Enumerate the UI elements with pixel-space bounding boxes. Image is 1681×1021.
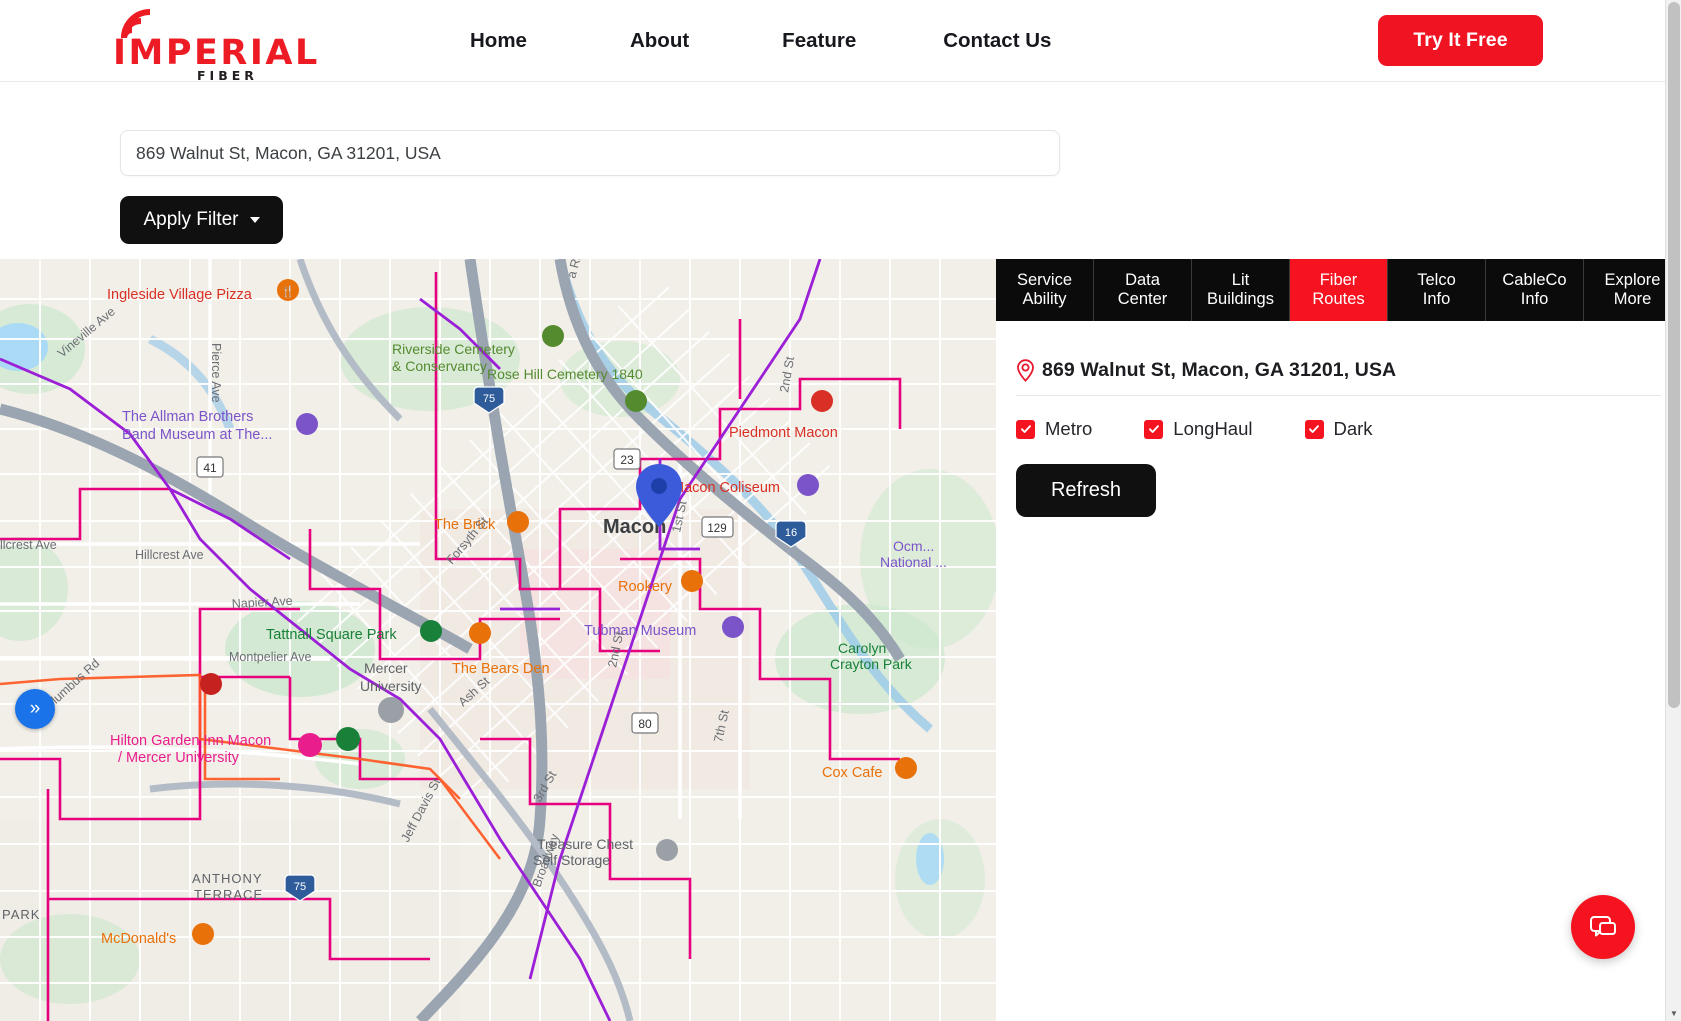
check-icon (1016, 419, 1035, 439)
svg-text:80: 80 (638, 717, 652, 731)
checkbox-dark-label: Dark (1333, 418, 1373, 439)
svg-text:Montpelier Ave: Montpelier Ave (229, 650, 312, 664)
route-type-checkboxes: Metro LongHaul Dark (1016, 418, 1661, 440)
svg-text:Tubman Museum: Tubman Museum (584, 623, 696, 639)
svg-text:Piedmont Macon: Piedmont Macon (729, 425, 838, 441)
apply-filter-button[interactable]: Apply Filter (120, 196, 283, 244)
tab-line2: Routes (1312, 290, 1365, 308)
panel-body: 869 Walnut St, Macon, GA 31201, USA Metr… (996, 321, 1681, 517)
svg-text:75: 75 (294, 881, 306, 893)
app-page: IMPERIAL FIBER Home About Feature Contac… (0, 0, 1681, 1021)
tab-line2: Ability (1022, 290, 1067, 308)
svg-text:Tattnall Square Park: Tattnall Square Park (266, 627, 397, 643)
svg-text:/ Mercer University: / Mercer University (118, 750, 240, 766)
tab-telco-info[interactable]: Telco Info (1388, 259, 1486, 321)
main-navigation: Home About Feature Contact Us (470, 0, 1051, 82)
apply-filter-label: Apply Filter (143, 209, 239, 230)
tab-line1: Fiber (1319, 270, 1358, 289)
check-icon (1304, 419, 1324, 439)
info-panel: Service Ability Data Center Lit Building… (996, 259, 1681, 1021)
svg-text:Mercer: Mercer (364, 660, 408, 676)
tab-line2: Buildings (1207, 290, 1274, 308)
svg-text:Rose Hill Cemetery 1840: Rose Hill Cemetery 1840 (487, 366, 643, 382)
tab-line2: Info (1422, 290, 1451, 308)
fiber-route-map[interactable]: .rd { stroke:#ffffff; stroke-width:3.5; … (0, 259, 996, 1021)
svg-text:Pierce Ave: Pierce Ave (209, 343, 223, 403)
svg-text:TERRACE: TERRACE (194, 887, 263, 902)
svg-text:McDonald's: McDonald's (101, 931, 176, 947)
map-canvas: .rd { stroke:#ffffff; stroke-width:3.5; … (0, 259, 996, 1021)
checkbox-longhaul[interactable]: LongHaul (1144, 418, 1253, 440)
svg-text:llcrest Ave: llcrest Ave (0, 538, 57, 552)
svg-text:🍴: 🍴 (281, 285, 295, 298)
svg-text:Crayton Park: Crayton Park (830, 656, 913, 672)
checkbox-dark[interactable]: Dark (1304, 418, 1373, 440)
svg-text:Cox Cafe: Cox Cafe (822, 765, 882, 781)
svg-text:Band Museum at The...: Band Museum at The... (122, 427, 272, 443)
svg-text:Ingleside Village Pizza: Ingleside Village Pizza (107, 287, 253, 303)
nav-item-contact-us[interactable]: Contact Us (943, 29, 1051, 53)
logo-primary-text: IMPERIAL (113, 33, 320, 73)
try-it-free-button[interactable]: Try It Free (1378, 15, 1543, 66)
address-search-input[interactable] (120, 130, 1060, 176)
tab-lit-buildings[interactable]: Lit Buildings (1192, 259, 1290, 321)
scroll-thumb[interactable] (1668, 2, 1680, 708)
double-chevron-right-icon[interactable]: » (15, 689, 55, 729)
svg-text:& Conservancy: & Conservancy (392, 358, 487, 374)
tab-line1: Telco (1417, 270, 1456, 289)
svg-text:Hillcrest Ave: Hillcrest Ave (135, 548, 204, 562)
checkbox-metro-label: Metro (1045, 418, 1093, 439)
checkbox-longhaul-label: LongHaul (1173, 418, 1253, 439)
site-header: IMPERIAL FIBER Home About Feature Contac… (0, 0, 1665, 82)
svg-text:Macon Coliseum: Macon Coliseum (672, 480, 780, 496)
svg-text:41: 41 (203, 461, 217, 475)
check-icon (1144, 419, 1164, 439)
scroll-down-arrow[interactable]: ▼ (1666, 1005, 1681, 1021)
nav-item-feature[interactable]: Feature (782, 29, 856, 53)
tab-line1: Lit (1231, 270, 1250, 289)
chevron-down-icon (249, 217, 260, 223)
tab-line1: Service (1016, 270, 1073, 289)
tab-line1: CableCo (1502, 270, 1567, 289)
panel-tabs: Service Ability Data Center Lit Building… (996, 259, 1681, 321)
tab-line2: Center (1117, 290, 1168, 308)
svg-text:Ocm...: Ocm... (893, 538, 934, 554)
tab-data-center[interactable]: Data Center (1094, 259, 1192, 321)
selected-address-text: 869 Walnut St, Macon, GA 31201, USA (1042, 359, 1397, 381)
svg-text:ANTHONY: ANTHONY (192, 871, 263, 886)
svg-text:16: 16 (785, 527, 797, 539)
logo-secondary-text: FIBER (197, 68, 258, 83)
tab-service-ability[interactable]: Service Ability (996, 259, 1094, 321)
chat-bubble-icon[interactable] (1571, 895, 1635, 959)
refresh-button[interactable]: Refresh (1016, 464, 1156, 517)
brand-logo[interactable]: IMPERIAL FIBER (113, 8, 317, 82)
tab-line1: Data (1125, 270, 1160, 289)
tab-line2: Info (1520, 290, 1549, 308)
nav-item-about[interactable]: About (630, 29, 689, 53)
nav-item-home[interactable]: Home (470, 29, 527, 53)
tab-cableco-info[interactable]: CableCo Info (1486, 259, 1584, 321)
checkbox-metro[interactable]: Metro (1016, 418, 1092, 440)
svg-text:23: 23 (620, 453, 634, 467)
svg-text:The Allman Brothers: The Allman Brothers (122, 409, 253, 425)
selected-address-row: 869 Walnut St, Macon, GA 31201, USA (1016, 359, 1661, 396)
svg-text:75: 75 (483, 393, 495, 405)
tab-line1: Explore (1604, 270, 1661, 289)
svg-text:National ...: National ... (880, 554, 947, 570)
svg-text:University: University (360, 678, 421, 694)
tab-fiber-routes[interactable]: Fiber Routes (1290, 259, 1388, 321)
svg-text:Rookery: Rookery (618, 579, 673, 595)
svg-text:129: 129 (707, 523, 726, 535)
svg-text:The Bears Den: The Bears Den (452, 661, 550, 677)
svg-text:Carolyn: Carolyn (838, 640, 886, 656)
location-pin-icon (1017, 359, 1034, 382)
svg-text:Riverside Cemetery: Riverside Cemetery (392, 341, 515, 357)
tab-line2: More (1613, 290, 1652, 308)
svg-text:PARK: PARK (2, 907, 40, 922)
page-scrollbar[interactable]: ▲ ▼ (1665, 0, 1681, 1021)
svg-text:Hilton Garden Inn Macon: Hilton Garden Inn Macon (110, 733, 271, 749)
